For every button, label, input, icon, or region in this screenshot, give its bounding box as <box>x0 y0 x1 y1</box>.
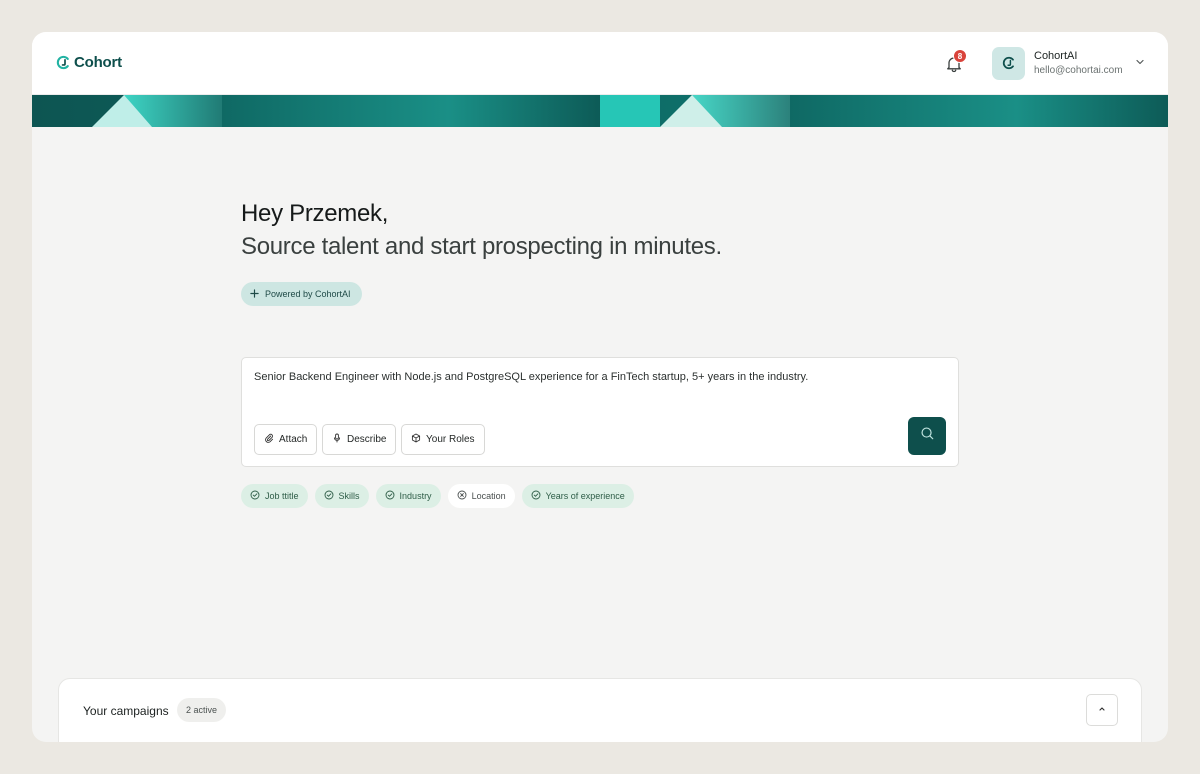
logo-text: Cohort <box>74 54 122 71</box>
avatar <box>992 46 1025 80</box>
app-window: Cohort 8 CohortAI hello@cohortai.com Hey… <box>32 32 1168 742</box>
search-icon <box>920 426 935 446</box>
campaigns-title: Your campaigns <box>83 704 169 718</box>
criteria-chips: Job ttitle Skills Industry Location Year… <box>241 484 634 508</box>
account-menu[interactable]: CohortAI hello@cohortai.com <box>992 46 1145 80</box>
chip-skills[interactable]: Skills <box>314 484 369 508</box>
attach-button[interactable]: Attach <box>254 424 318 455</box>
chip-label: Years of experience <box>545 491 625 501</box>
powered-by-badge: Powered by CohortAI <box>241 282 362 306</box>
collapse-campaigns-button[interactable] <box>1086 694 1118 726</box>
chip-label: Skills <box>338 491 360 501</box>
decorative-banner <box>32 95 1168 127</box>
logo[interactable]: Cohort <box>56 54 122 71</box>
your-roles-label: Your Roles <box>426 434 475 445</box>
describe-label: Describe <box>347 434 387 445</box>
account-name: CohortAI <box>1034 50 1078 62</box>
account-email: hello@cohortai.com <box>1034 65 1123 76</box>
sparkle-icon <box>250 288 259 300</box>
search-box[interactable]: Senior Backend Engineer with Node.js and… <box>241 357 959 467</box>
describe-button[interactable]: Describe <box>322 424 397 455</box>
notification-badge: 8 <box>953 49 967 63</box>
x-circle-icon <box>457 490 467 502</box>
chip-label: Industry <box>399 491 432 501</box>
chip-location[interactable]: Location <box>447 484 515 508</box>
check-circle-icon <box>250 490 260 502</box>
chip-industry[interactable]: Industry <box>375 484 441 508</box>
chevron-up-icon <box>1097 701 1107 719</box>
powered-by-label: Powered by CohortAI <box>265 289 351 299</box>
campaigns-count-badge: 2 active <box>177 698 227 722</box>
microphone-icon <box>332 433 342 446</box>
cohort-logo-icon <box>56 55 71 70</box>
search-query-text[interactable]: Senior Backend Engineer with Node.js and… <box>254 371 944 383</box>
chip-label: Job ttitle <box>265 491 299 501</box>
top-bar: Cohort 8 CohortAI hello@cohortai.com <box>32 32 1168 95</box>
cube-icon <box>411 433 421 446</box>
paperclip-icon <box>264 433 274 446</box>
search-button[interactable] <box>908 417 946 455</box>
check-circle-icon <box>385 490 395 502</box>
greeting-title: Hey Przemek, <box>241 200 389 227</box>
your-roles-button[interactable]: Your Roles <box>401 424 485 455</box>
check-circle-icon <box>531 490 541 502</box>
attach-label: Attach <box>279 434 308 445</box>
check-circle-icon <box>324 490 334 502</box>
campaigns-panel: Your campaigns 2 active <box>58 678 1142 742</box>
greeting-subtitle: Source talent and start prospecting in m… <box>241 233 722 260</box>
chip-label: Location <box>471 491 506 501</box>
chip-years-of-experience[interactable]: Years of experience <box>521 484 634 508</box>
chevron-down-icon[interactable] <box>1135 54 1145 72</box>
chip-job-title[interactable]: Job ttitle <box>241 484 308 508</box>
